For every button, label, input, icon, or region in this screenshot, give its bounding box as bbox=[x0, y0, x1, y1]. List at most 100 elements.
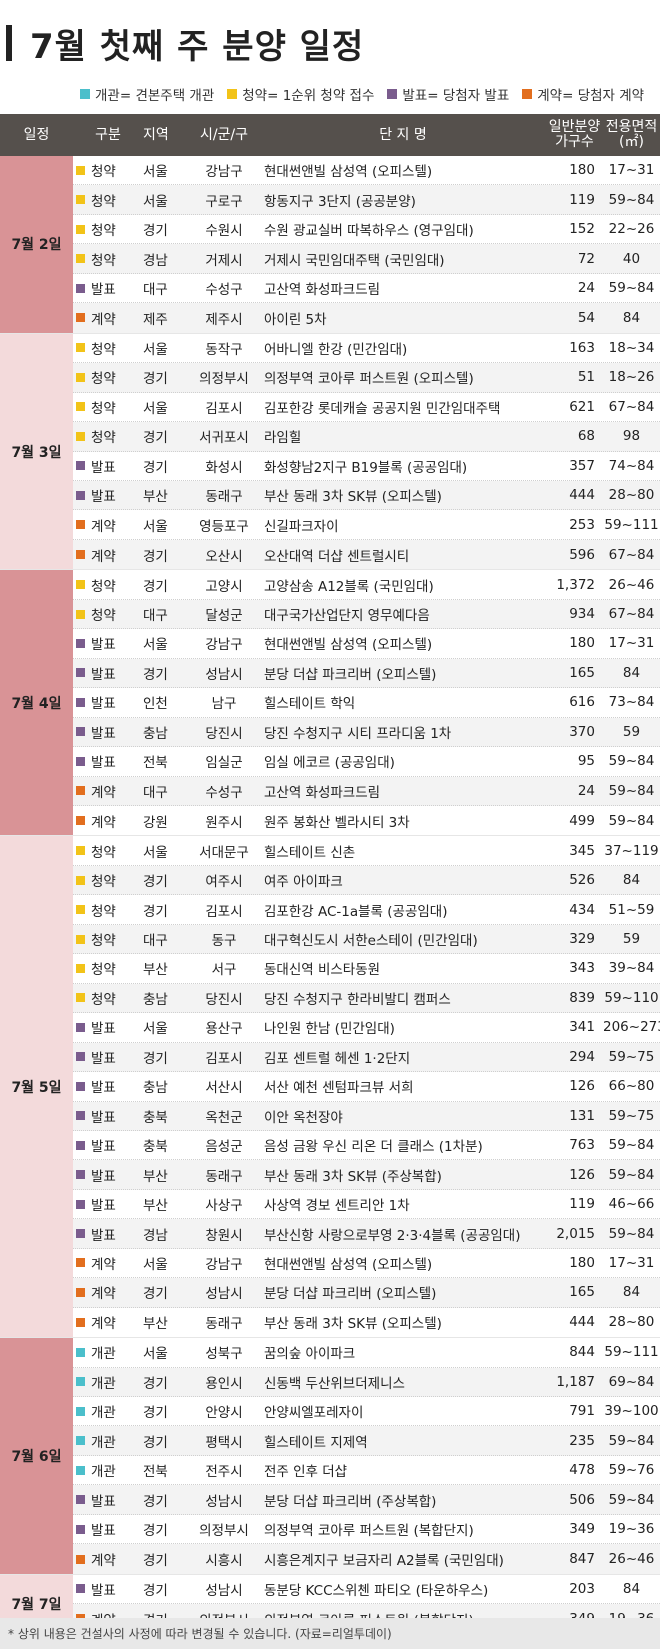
complex-name-cell: 원주 봉화산 벨라시티 3차 bbox=[264, 814, 410, 831]
type-marker-icon bbox=[76, 1436, 85, 1446]
type-marker-icon bbox=[76, 343, 85, 353]
region-cell: 충남 bbox=[143, 725, 168, 742]
area-cell: 37~119 bbox=[604, 842, 659, 859]
area-cell: 84 bbox=[622, 664, 641, 681]
type-label: 발표 bbox=[91, 459, 116, 476]
area-cell: 59~84 bbox=[608, 1432, 655, 1449]
table-row: 발표 경기 김포시 김포 센트럴 헤센 1·2단지 294 59~75 bbox=[73, 1042, 660, 1073]
table-row: 발표 대구 수성구 고산역 화성파크드림 24 59~84 bbox=[73, 274, 660, 304]
date-group: 7월 3일 청약 서울 동작구 어바니엘 한강 (민간임대) 163 18~34 청약 경기 의정… bbox=[0, 333, 660, 571]
units-cell: 51 bbox=[577, 369, 595, 386]
city-cell: 옥천군 bbox=[205, 1109, 243, 1126]
region-cell: 경기 bbox=[143, 430, 168, 447]
type-cell: 발표 bbox=[73, 663, 143, 683]
region-cell: 경기 bbox=[143, 666, 168, 683]
complex-name-cell: 현대썬앤빌 삼성역 (오피스텔) bbox=[264, 1256, 433, 1273]
type-label: 발표 bbox=[91, 696, 116, 713]
type-label: 계약 bbox=[91, 548, 116, 565]
schedule-table: 일정 구분 지역 시/군/구 단 지 명 일반분양 가구수 전용면적 (㎡) 7… bbox=[0, 114, 660, 1635]
type-cell: 발표 bbox=[73, 1579, 143, 1599]
region-cell: 경기 bbox=[143, 1553, 168, 1570]
type-marker-icon bbox=[76, 402, 85, 412]
units-cell: 357 bbox=[569, 457, 595, 474]
table-row: 청약 서울 서대문구 힐스테이트 신촌 345 37~119 bbox=[73, 836, 660, 866]
type-label: 발표 bbox=[91, 1050, 116, 1067]
region-cell: 충북 bbox=[143, 1109, 168, 1126]
units-cell: 791 bbox=[569, 1403, 595, 1420]
complex-name-cell: 현대썬앤빌 삼성역 (오피스텔) bbox=[264, 637, 433, 654]
complex-name-cell: 서산 예천 센텀파크뷰 서희 bbox=[264, 1080, 414, 1097]
region-cell: 경남 bbox=[143, 252, 168, 269]
area-cell: 84 bbox=[622, 1580, 641, 1597]
type-label: 발표 bbox=[91, 1493, 116, 1510]
city-cell: 강남구 bbox=[205, 164, 243, 181]
units-cell: 131 bbox=[569, 1107, 595, 1124]
type-marker-icon bbox=[76, 727, 85, 737]
city-cell: 동작구 bbox=[205, 341, 243, 358]
complex-name-cell: 임실 에코르 (공공임대) bbox=[264, 755, 395, 772]
type-label: 청약 bbox=[91, 430, 116, 447]
table-row: 계약 부산 동래구 부산 동래 3차 SK뷰 (오피스텔) 444 28~80 bbox=[73, 1308, 660, 1337]
type-cell: 청약 bbox=[73, 604, 143, 624]
units-cell: 165 bbox=[569, 1284, 595, 1301]
type-label: 계약 bbox=[91, 814, 116, 831]
city-cell: 제주시 bbox=[205, 311, 243, 328]
type-marker-icon bbox=[76, 1140, 85, 1150]
units-cell: 152 bbox=[569, 221, 595, 238]
city-cell: 서산시 bbox=[205, 1080, 243, 1097]
header-type: 구분 bbox=[95, 126, 121, 143]
legend-label: 개관= 견본주택 개관 bbox=[95, 88, 215, 104]
units-cell: 370 bbox=[569, 723, 595, 740]
table-row: 청약 경기 여주시 여주 아이파크 526 84 bbox=[73, 865, 660, 896]
type-label: 발표 bbox=[91, 1582, 116, 1599]
complex-name-cell: 부산 동래 3차 SK뷰 (오피스텔) bbox=[264, 489, 442, 506]
city-cell: 오산시 bbox=[205, 548, 243, 565]
page-title: 7월 첫째 주 분양 일정 bbox=[30, 26, 365, 67]
type-cell: 계약 bbox=[73, 515, 143, 535]
table-row: 청약 경기 김포시 김포한강 AC-1a블록 (공공임대) 434 51~59 bbox=[73, 895, 660, 925]
type-marker-icon bbox=[76, 461, 85, 471]
area-cell: 17~31 bbox=[608, 162, 655, 179]
region-cell: 부산 bbox=[143, 962, 168, 979]
region-cell: 경기 bbox=[143, 903, 168, 920]
city-cell: 고양시 bbox=[205, 578, 243, 595]
complex-name-cell: 어바니엘 한강 (민간임대) bbox=[264, 341, 408, 358]
type-marker-icon bbox=[76, 1258, 85, 1268]
region-cell: 서울 bbox=[143, 1021, 168, 1038]
type-cell: 발표 bbox=[73, 1194, 143, 1214]
complex-name-cell: 꿈의숲 아이파크 bbox=[264, 1346, 356, 1363]
type-marker-icon bbox=[76, 1465, 85, 1475]
type-cell: 발표 bbox=[73, 1017, 143, 1037]
complex-name-cell: 신길파크자이 bbox=[264, 518, 339, 535]
city-cell: 수성구 bbox=[205, 784, 243, 801]
date-group: 7월 2일 청약 서울 강남구 현대썬앤빌 삼성역 (오피스텔) 180 17~31 청약 서울… bbox=[0, 156, 660, 334]
type-label: 청약 bbox=[91, 193, 116, 210]
type-label: 개관 bbox=[91, 1405, 116, 1422]
area-cell: 22~26 bbox=[608, 221, 655, 238]
legend-item: 개관= 견본주택 개관 bbox=[80, 84, 214, 104]
city-cell: 김포시 bbox=[205, 1050, 243, 1067]
region-cell: 대구 bbox=[143, 282, 168, 299]
type-marker-icon bbox=[76, 1377, 85, 1387]
units-cell: 72 bbox=[577, 250, 595, 267]
type-marker-icon bbox=[76, 609, 85, 619]
region-cell: 서울 bbox=[143, 844, 168, 861]
complex-name-cell: 당진 수청지구 시티 프라디움 1차 bbox=[264, 725, 452, 742]
units-cell: 506 bbox=[569, 1491, 595, 1508]
city-cell: 서귀포시 bbox=[199, 430, 249, 447]
type-label: 발표 bbox=[91, 1523, 116, 1540]
type-marker-icon bbox=[76, 963, 85, 973]
city-cell: 수원시 bbox=[205, 223, 243, 240]
complex-name-cell: 동분당 KCC스위첸 파티오 (타운하우스) bbox=[264, 1582, 489, 1599]
table-row: 발표 충남 서산시 서산 예천 센텀파크뷰 서희 126 66~80 bbox=[73, 1072, 660, 1102]
complex-name-cell: 김포한강 AC-1a블록 (공공임대) bbox=[264, 903, 448, 920]
type-marker-icon bbox=[76, 756, 85, 766]
type-marker-icon bbox=[76, 875, 85, 885]
table-row: 청약 부산 서구 동대신역 비스타동원 343 39~84 bbox=[73, 954, 660, 984]
type-cell: 개관 bbox=[73, 1431, 143, 1451]
city-cell: 남구 bbox=[211, 696, 237, 713]
type-marker-icon bbox=[76, 254, 85, 264]
type-label: 발표 bbox=[91, 1168, 116, 1185]
page-title-block: 7월 첫째 주 분양 일정 bbox=[6, 20, 365, 67]
city-cell: 강남구 bbox=[205, 637, 243, 654]
